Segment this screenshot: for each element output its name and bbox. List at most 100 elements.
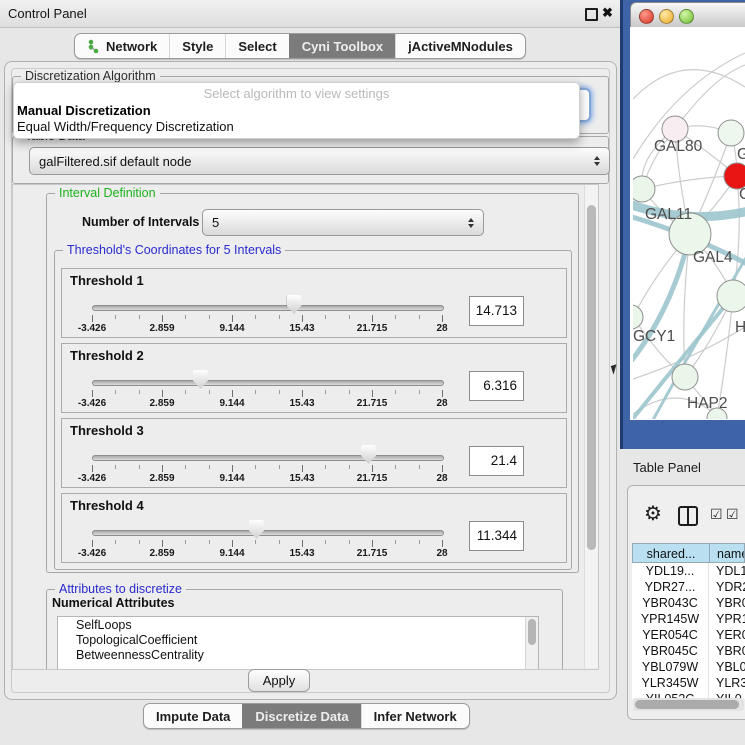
tick-mark [279, 540, 280, 544]
slider-track[interactable] [92, 530, 444, 536]
threshold-value-field[interactable]: 21.4 [469, 446, 524, 476]
tick-mark [419, 390, 420, 394]
app-window: Control Panel ✖ NetworkStyleSelectCyni T… [0, 0, 745, 745]
node-label: HA [735, 319, 745, 336]
checkbox-icon[interactable]: ☑ [726, 506, 739, 523]
table-row[interactable]: YBR043CYBR0 [632, 595, 745, 611]
node-hap2[interactable] [672, 364, 698, 390]
slider-track[interactable] [92, 455, 444, 461]
table-horizontal-scrollbar[interactable] [633, 698, 744, 711]
table-row[interactable]: YPR145WYPR1 [632, 611, 745, 627]
zoom-traffic-light-icon[interactable] [679, 9, 694, 24]
column-header-shared-[interactable]: shared... [632, 543, 710, 563]
threshold-label: Threshold 1 [70, 273, 144, 288]
table-cell[interactable]: YDR27... [632, 579, 709, 595]
scrollbar-thumb[interactable] [587, 205, 596, 550]
table-cell[interactable]: YBR0 [709, 643, 745, 659]
gear-icon[interactable]: ⚙ [644, 501, 662, 526]
column-header-name[interactable]: name [710, 543, 745, 563]
minimize-traffic-light-icon[interactable] [659, 9, 674, 24]
table-row[interactable]: YLR345WYLR3 [632, 675, 745, 691]
table-cell[interactable]: YLR3 [709, 675, 745, 691]
table-cell[interactable]: YBR0 [709, 595, 745, 611]
menu-item-manual-discretization[interactable]: Manual Discretization [17, 103, 151, 118]
spinner-arrows-icon[interactable] [468, 218, 474, 228]
list-item[interactable]: TopologicalCoefficient [58, 633, 538, 648]
network-window-titlebar[interactable] [630, 2, 745, 28]
table-cell[interactable]: YBR043C [632, 595, 709, 611]
slider-handle[interactable] [361, 445, 376, 464]
table-cell[interactable]: YDL19... [632, 563, 709, 579]
slider-track[interactable] [92, 305, 444, 311]
close-traffic-light-icon[interactable] [639, 9, 654, 24]
list-item[interactable]: SelfLoops [58, 618, 538, 633]
node-label: GA [737, 146, 745, 163]
tick-mark [115, 315, 116, 319]
menu-item-equal-width-frequency[interactable]: Equal Width/Frequency Discretization [17, 119, 234, 134]
table-cell[interactable]: YDL1 [709, 563, 745, 579]
tab-discretize-data[interactable]: Discretize Data [242, 704, 360, 728]
threshold-value-field[interactable]: 6.316 [469, 371, 524, 401]
table-cell[interactable]: YBR045C [632, 643, 709, 659]
threshold-value-field[interactable]: 14.713 [469, 296, 524, 326]
tick-mark [349, 390, 350, 394]
table-row[interactable]: YER054CYER0 [632, 627, 745, 643]
apply-button[interactable]: Apply [248, 669, 310, 692]
tab-label: Discretize Data [255, 709, 348, 724]
number-of-intervals-combobox[interactable]: 5 [202, 209, 484, 236]
scale-label: 15.43 [270, 398, 334, 409]
list-scrollbar[interactable] [525, 617, 538, 670]
scale-label: -3.426 [60, 473, 124, 484]
settings-vertical-scrollbar[interactable] [584, 185, 598, 668]
table-cell[interactable]: YPR1 [709, 611, 745, 627]
table-data-combobox[interactable]: galFiltered.sif default node [29, 147, 610, 175]
tick-mark [115, 540, 116, 544]
numeric-attr-list[interactable]: SelfLoopsTopologicalCoefficientBetweenne… [57, 616, 539, 670]
list-item[interactable]: BetweennessCentrality [58, 648, 538, 663]
node-ha[interactable] [717, 280, 745, 312]
close-icon[interactable]: ✖ [602, 5, 613, 21]
network-canvas[interactable]: GAL80GACYGAL11GAL4GCY1HAHAP2 [630, 27, 745, 420]
tab-network[interactable]: Network [75, 34, 169, 58]
tab-infer-network[interactable]: Infer Network [361, 704, 469, 728]
scrollbar-thumb[interactable] [528, 619, 536, 645]
tab-impute-data[interactable]: Impute Data [144, 704, 242, 728]
checkbox-icon[interactable]: ☑ [710, 506, 723, 523]
tab-style[interactable]: Style [169, 34, 225, 58]
tab-cyni-toolbox[interactable]: Cyni Toolbox [289, 34, 395, 58]
table-row[interactable]: YBL079WYBL0 [632, 659, 745, 675]
tick-mark [162, 465, 163, 472]
node-gal11[interactable] [633, 176, 655, 202]
slider-handle[interactable] [287, 295, 302, 314]
panel-title: Control Panel [8, 6, 87, 21]
float-window-icon[interactable] [585, 8, 598, 21]
table-cell[interactable]: YDR2 [709, 579, 745, 595]
spinner-arrows-icon[interactable] [594, 156, 600, 166]
tab-jactivemnodules[interactable]: jActiveMNodules [395, 34, 525, 58]
node-gcy1[interactable] [633, 305, 643, 329]
tick-mark [325, 540, 326, 544]
table-cell[interactable]: YLR345W [632, 675, 709, 691]
scale-label: 2.859 [130, 398, 194, 409]
table-cell[interactable]: YER0 [709, 627, 745, 643]
tab-label: Impute Data [156, 709, 230, 724]
table-row[interactable]: YDR27...YDR2 [632, 579, 745, 595]
slider-handle[interactable] [249, 520, 264, 539]
table-cell[interactable]: YBL079W [632, 659, 709, 675]
split-columns-icon[interactable] [678, 506, 698, 526]
threshold-value-field[interactable]: 11.344 [469, 521, 524, 551]
threshold-row: Threshold 3-3.4262.8599.14415.4321.71528… [61, 418, 567, 488]
table-row[interactable]: YBR045CYBR0 [632, 643, 745, 659]
node-table: shared...name YDL19...YDL1YDR27...YDR2YB… [632, 543, 745, 699]
tick-mark [255, 315, 256, 319]
table-cell[interactable]: YPR145W [632, 611, 709, 627]
table-cell[interactable]: YBL0 [709, 659, 745, 675]
tick-mark [395, 390, 396, 394]
table-cell[interactable]: YER054C [632, 627, 709, 643]
node-ga[interactable] [718, 120, 744, 146]
scrollbar-thumb[interactable] [635, 700, 739, 709]
slider-handle[interactable] [193, 370, 208, 389]
tab-select[interactable]: Select [225, 34, 288, 58]
slider-track[interactable] [92, 380, 444, 386]
table-row[interactable]: YDL19...YDL1 [632, 563, 745, 579]
